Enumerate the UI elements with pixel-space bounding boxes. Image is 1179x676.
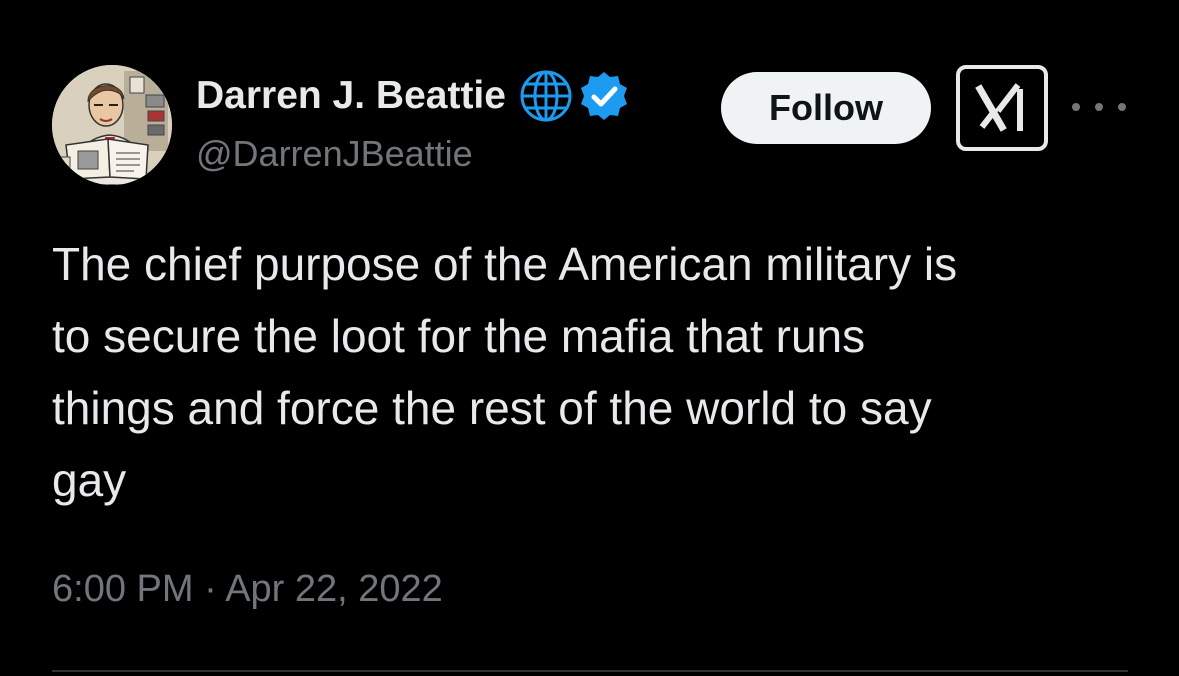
more-dot — [1095, 103, 1103, 111]
follow-button[interactable]: Follow — [721, 72, 931, 144]
avatar-illustration — [52, 65, 172, 185]
more-icon[interactable] — [1072, 92, 1126, 122]
tweet-text-line: things and force the rest of the world t… — [52, 382, 932, 434]
tweet-timestamp[interactable]: 6:00 PM · Apr 22, 2022 — [52, 568, 443, 611]
verified-icon — [580, 72, 627, 120]
tweet-text-line: to secure the loot for the mafia that ru… — [52, 310, 866, 362]
tweet-text-line: The chief purpose of the American milita… — [52, 238, 958, 290]
more-dot — [1072, 103, 1080, 111]
avatar[interactable] — [52, 65, 172, 185]
author-display-name[interactable]: Darren J. Beattie — [196, 74, 506, 118]
grok-icon — [975, 83, 1023, 132]
globe-icon — [520, 70, 572, 122]
author-name-row: Darren J. Beattie — [196, 70, 630, 122]
more-dot — [1118, 103, 1126, 111]
grok-button[interactable] — [956, 65, 1048, 151]
tweet-text-line: gay — [52, 454, 127, 506]
tweet-text: The chief purpose of the American milita… — [52, 228, 1142, 516]
author-handle[interactable]: @DarrenJBeattie — [196, 133, 473, 175]
divider — [52, 670, 1128, 672]
